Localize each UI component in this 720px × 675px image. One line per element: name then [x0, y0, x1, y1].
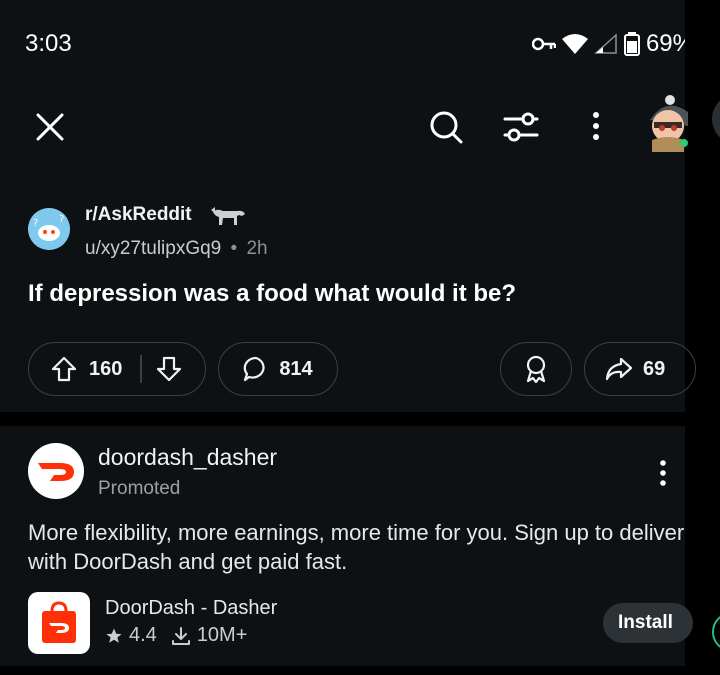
comments-button[interactable]: 814	[218, 342, 338, 396]
award-button[interactable]	[500, 342, 572, 396]
status-time: 3:03	[25, 30, 72, 57]
side-panel-edge	[685, 0, 720, 675]
svg-text:?: ?	[33, 218, 38, 229]
wifi-icon	[561, 34, 588, 54]
post-age: 2h	[246, 238, 268, 259]
app-icon[interactable]	[28, 592, 90, 654]
share-button[interactable]: 69	[584, 342, 696, 396]
app-installs: 10M+	[196, 624, 248, 646]
share-count: 69	[643, 357, 666, 380]
star-icon	[106, 628, 122, 643]
upvote-icon[interactable]	[51, 356, 77, 382]
download-icon	[171, 626, 190, 645]
feed-divider	[0, 412, 685, 426]
app-rating: 4.4	[129, 624, 157, 646]
vote-divider	[140, 355, 142, 383]
ad-more-icon[interactable]	[657, 459, 669, 492]
signal-icon	[593, 33, 617, 54]
doordash-logo[interactable]	[28, 443, 84, 499]
avatar[interactable]	[644, 90, 688, 161]
vote-bar: 160	[28, 342, 206, 396]
ad-body-text: More flexibility, more earnings, more ti…	[28, 520, 685, 574]
app-meta: 4.4 10M+	[105, 624, 247, 647]
battery-icon	[623, 32, 640, 56]
animal-flair-icon	[209, 204, 247, 231]
share-icon	[605, 357, 633, 381]
meta-separator: •	[230, 238, 238, 259]
subreddit-avatar[interactable]: ? ?	[28, 208, 70, 250]
close-icon[interactable]	[34, 111, 66, 148]
more-vertical-icon[interactable]	[590, 110, 602, 147]
svg-text:?: ?	[59, 214, 64, 225]
feed-divider-bottom	[0, 666, 685, 675]
install-button[interactable]: Install	[603, 603, 693, 643]
vpn-key-icon	[531, 37, 556, 51]
comment-count: 814	[279, 357, 313, 380]
post-title: If depression was a food what would it b…	[28, 280, 517, 307]
author-name[interactable]: u/xy27tulipxGq9	[85, 238, 221, 259]
status-icons: 69%	[531, 30, 694, 58]
promoted-label: Promoted	[98, 478, 181, 499]
post-meta: u/xy27tulipxGq9 • 2h	[85, 238, 268, 260]
award-icon	[526, 355, 546, 383]
filter-icon[interactable]	[503, 111, 539, 148]
advertiser-name[interactable]: doordash_dasher	[98, 444, 277, 471]
subreddit-name[interactable]: r/AskReddit	[85, 204, 192, 226]
app-name: DoorDash - Dasher	[105, 597, 278, 619]
comment-icon	[244, 356, 265, 382]
downvote-icon[interactable]	[156, 356, 182, 382]
search-icon[interactable]	[428, 109, 464, 150]
upvote-count: 160	[89, 357, 123, 380]
